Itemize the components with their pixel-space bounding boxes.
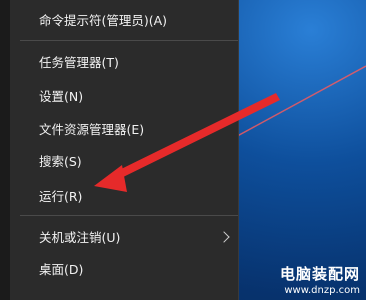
- watermark-title: 电脑装配网: [279, 265, 360, 283]
- annotation-arrow: [94, 93, 280, 192]
- watermark-url: www.dnzp.com: [284, 285, 360, 296]
- watermark: 电脑装配网 www.dnzp.com: [280, 263, 360, 296]
